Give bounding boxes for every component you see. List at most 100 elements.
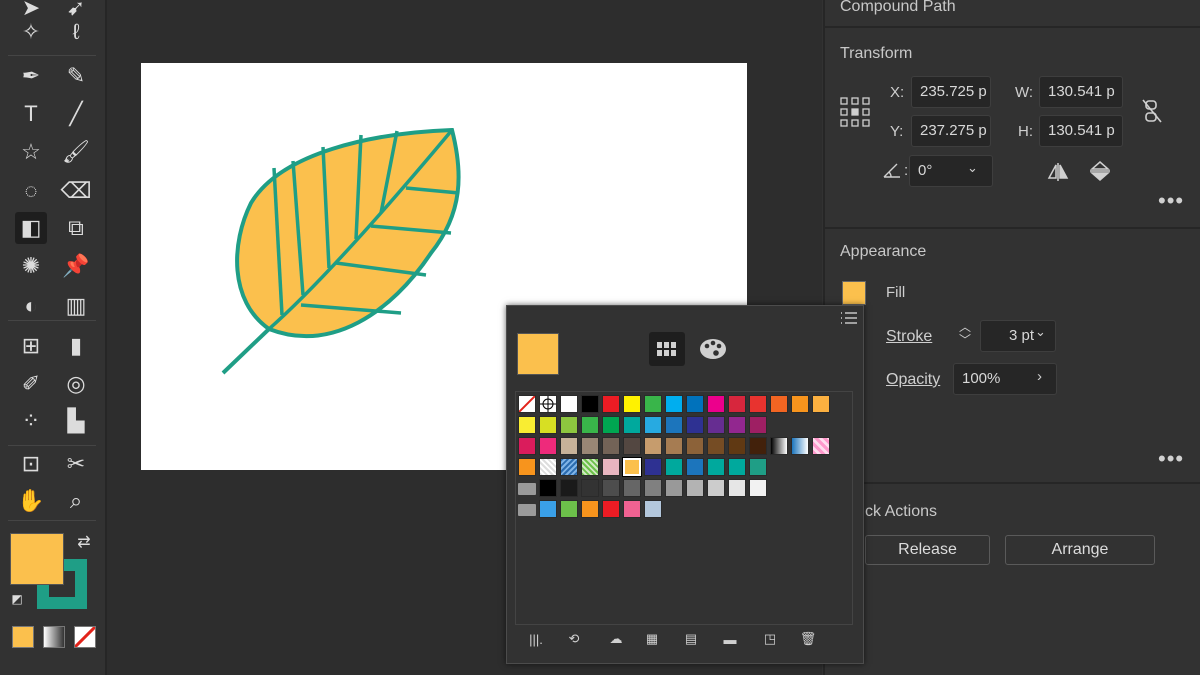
rotate-field[interactable]: 0° bbox=[909, 155, 993, 187]
artboard-icon[interactable]: ⊡ bbox=[15, 448, 47, 480]
y-field[interactable]: 237.275 p bbox=[911, 115, 991, 147]
color-swatch[interactable] bbox=[602, 437, 620, 455]
color-swatch[interactable] bbox=[644, 395, 662, 413]
color-swatch[interactable] bbox=[623, 479, 641, 497]
new-swatch-icon[interactable]: ◳ bbox=[759, 628, 781, 650]
color-swatch[interactable] bbox=[560, 395, 578, 413]
color-swatch[interactable] bbox=[812, 437, 830, 455]
color-swatch[interactable] bbox=[560, 458, 578, 476]
color-swatch[interactable] bbox=[623, 500, 641, 518]
mesh-icon[interactable]: ⊞ bbox=[15, 330, 47, 362]
color-swatch[interactable] bbox=[581, 395, 599, 413]
color-group-folder-icon[interactable] bbox=[518, 504, 536, 516]
add-to-library-icon[interactable]: ⟲ bbox=[563, 628, 585, 650]
zoom-icon[interactable]: ⌕ bbox=[60, 485, 92, 517]
cloud-sync-icon[interactable]: ☁ bbox=[601, 628, 631, 650]
shape-builder-icon[interactable]: ◐ bbox=[15, 290, 47, 322]
swatch-list-view-icon[interactable] bbox=[839, 310, 859, 326]
color-swatch[interactable] bbox=[644, 500, 662, 518]
color-swatch[interactable] bbox=[539, 500, 557, 518]
color-swatch[interactable] bbox=[644, 416, 662, 434]
color-swatch[interactable] bbox=[812, 395, 830, 413]
color-palette-tab[interactable] bbox=[695, 332, 731, 366]
reference-point-icon[interactable] bbox=[840, 97, 870, 127]
delete-swatch-icon[interactable]: 🗑 bbox=[797, 628, 819, 650]
swatch-libraries-icon[interactable]: |||. bbox=[525, 628, 547, 650]
color-swatch[interactable] bbox=[644, 458, 662, 476]
color-swatch[interactable] bbox=[665, 416, 683, 434]
pin-icon[interactable]: 📌 bbox=[60, 250, 92, 282]
color-swatch[interactable] bbox=[791, 437, 809, 455]
flip-vertical-icon[interactable] bbox=[1089, 160, 1111, 182]
hand-icon[interactable]: ✋ bbox=[15, 485, 47, 517]
curvature-icon[interactable]: ✎ bbox=[60, 60, 92, 92]
appearance-more-options-icon[interactable]: ••• bbox=[1158, 448, 1184, 470]
color-swatch[interactable] bbox=[602, 479, 620, 497]
color-group-folder-icon[interactable] bbox=[518, 483, 536, 495]
color-swatch[interactable] bbox=[665, 395, 683, 413]
stroke-dropdown-icon[interactable]: ⌄ bbox=[1035, 324, 1046, 340]
color-swatch[interactable] bbox=[686, 479, 704, 497]
color-swatch[interactable] bbox=[602, 458, 620, 476]
color-swatch[interactable] bbox=[518, 416, 536, 434]
gradient-icon[interactable]: ▮ bbox=[60, 330, 92, 362]
color-swatch[interactable] bbox=[791, 395, 809, 413]
swatch-options-icon[interactable]: ▤ bbox=[680, 628, 702, 650]
h-field[interactable]: 130.541 p bbox=[1039, 115, 1123, 147]
color-swatch[interactable] bbox=[707, 437, 725, 455]
registration-swatch[interactable] bbox=[539, 395, 557, 413]
x-field[interactable]: 235.725 p bbox=[911, 76, 991, 108]
color-swatch[interactable] bbox=[581, 416, 599, 434]
swap-fill-stroke-icon[interactable]: ⇄ bbox=[72, 530, 96, 554]
color-swatch[interactable] bbox=[665, 479, 683, 497]
color-swatch[interactable] bbox=[665, 458, 683, 476]
color-swatch[interactable] bbox=[749, 395, 767, 413]
color-swatch[interactable] bbox=[581, 479, 599, 497]
color-mode-icon[interactable] bbox=[12, 626, 34, 648]
type-icon[interactable]: T bbox=[15, 98, 47, 130]
symbol-sprayer-icon[interactable]: ⁘ bbox=[15, 405, 47, 437]
color-swatch[interactable] bbox=[518, 458, 536, 476]
color-swatch[interactable] bbox=[728, 437, 746, 455]
color-swatch[interactable] bbox=[623, 416, 641, 434]
perspective-grid-icon[interactable]: ▥ bbox=[60, 290, 92, 322]
reflect-icon[interactable]: ◧ bbox=[15, 212, 47, 244]
arrange-button[interactable]: Arrange bbox=[1005, 535, 1155, 565]
blend-icon[interactable]: ◎ bbox=[60, 368, 92, 400]
new-color-group-icon[interactable]: ▬ bbox=[719, 628, 741, 650]
fill-swatch-small[interactable] bbox=[842, 281, 866, 305]
w-field[interactable]: 130.541 p bbox=[1039, 76, 1123, 108]
color-swatch[interactable] bbox=[686, 437, 704, 455]
color-swatch[interactable] bbox=[686, 395, 704, 413]
release-button[interactable]: Release bbox=[865, 535, 990, 565]
flip-horizontal-icon[interactable] bbox=[1047, 162, 1069, 182]
column-graph-icon[interactable]: ▙ bbox=[60, 405, 92, 437]
free-transform-icon[interactable]: ⧉ bbox=[60, 212, 92, 244]
angle-dropdown-icon[interactable]: ⌄ bbox=[967, 160, 978, 176]
selected-swatch[interactable] bbox=[622, 457, 642, 477]
color-swatch[interactable] bbox=[749, 437, 767, 455]
show-swatch-kinds-icon[interactable]: ▦ bbox=[641, 628, 663, 650]
transform-more-options-icon[interactable]: ••• bbox=[1158, 190, 1184, 212]
constrain-proportions-icon[interactable] bbox=[1141, 98, 1163, 124]
color-swatch[interactable] bbox=[770, 437, 788, 455]
color-swatch[interactable] bbox=[539, 458, 557, 476]
color-swatch[interactable] bbox=[749, 458, 767, 476]
color-swatch[interactable] bbox=[686, 458, 704, 476]
color-swatch[interactable] bbox=[623, 395, 641, 413]
color-swatch[interactable] bbox=[539, 479, 557, 497]
color-swatch[interactable] bbox=[560, 500, 578, 518]
none-swatch[interactable] bbox=[518, 395, 536, 413]
color-swatch[interactable] bbox=[644, 479, 662, 497]
color-swatch[interactable] bbox=[728, 416, 746, 434]
shaper-icon[interactable]: ◌ bbox=[15, 175, 47, 207]
color-swatch[interactable] bbox=[644, 437, 662, 455]
color-swatch[interactable] bbox=[581, 500, 599, 518]
color-swatch[interactable] bbox=[581, 458, 599, 476]
magic-wand-icon[interactable]: ✧ bbox=[15, 16, 47, 48]
paintbrush-icon[interactable]: 🖌 bbox=[60, 136, 92, 168]
color-swatch[interactable] bbox=[728, 395, 746, 413]
color-swatch[interactable] bbox=[749, 479, 767, 497]
color-swatch[interactable] bbox=[770, 395, 788, 413]
color-swatch[interactable] bbox=[728, 458, 746, 476]
